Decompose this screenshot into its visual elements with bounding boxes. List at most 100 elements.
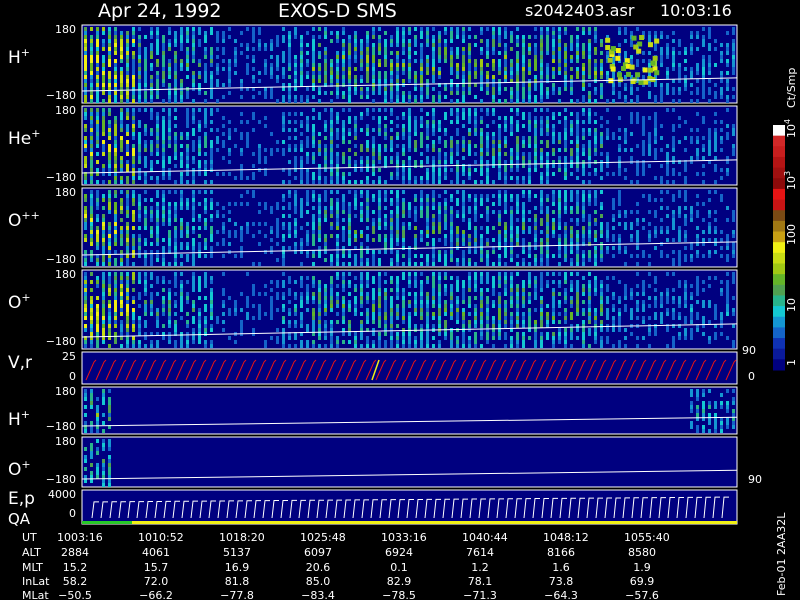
- spectrogram-cell: [402, 312, 405, 316]
- spectrogram-cell: [90, 242, 93, 246]
- spectrogram-cell: [498, 91, 501, 95]
- spectrogram-cell: [660, 230, 663, 234]
- spectrogram-cell: [444, 222, 447, 226]
- spectrogram-cell: [732, 47, 735, 51]
- spectrogram-cell: [84, 79, 87, 83]
- spectrogram-cell: [372, 276, 375, 280]
- spectrogram-cell: [168, 144, 171, 148]
- spectrogram-cell: [144, 128, 147, 132]
- spectrogram-cell: [90, 160, 93, 164]
- spectrogram-cell: [720, 238, 723, 242]
- spectrogram-cell: [720, 59, 723, 63]
- spectrogram-cell: [330, 336, 333, 340]
- spectrogram-cell: [378, 218, 381, 222]
- spectrogram-cell: [546, 79, 549, 83]
- spectrogram-cell: [210, 164, 213, 168]
- spectrogram-cell: [360, 304, 363, 308]
- spectrogram-cell: [720, 136, 723, 140]
- spectrogram-cell: [258, 312, 261, 316]
- spectrogram-cell: [516, 242, 519, 246]
- spectrogram-cell: [132, 272, 135, 276]
- spectrogram-cell: [324, 218, 327, 222]
- spectrogram-cell: [426, 67, 429, 71]
- spectrogram-cell: [354, 276, 357, 280]
- spectrogram-cell: [150, 164, 153, 168]
- spectrogram-cell: [228, 308, 231, 312]
- spectrogram-cell: [402, 124, 405, 128]
- spectrogram-cell: [366, 292, 369, 296]
- spectrogram-cell: [594, 210, 597, 214]
- spectrogram-cell: [108, 47, 111, 51]
- spectrogram-cell: [630, 210, 633, 214]
- spectrogram-cell: [432, 258, 435, 262]
- spectrogram-cell: [360, 144, 363, 148]
- spectrogram-cell: [156, 344, 159, 348]
- spectrogram-cell: [366, 67, 369, 71]
- spectrogram-cell: [258, 47, 261, 51]
- spectrogram-cell: [678, 226, 681, 230]
- spectrogram-cell: [204, 190, 207, 194]
- spectrogram-cell: [576, 250, 579, 254]
- spectrogram-cell: [690, 246, 693, 250]
- spectrogram-cell: [708, 71, 711, 75]
- spectrogram-cell: [96, 320, 99, 324]
- spectrogram-cell: [432, 112, 435, 116]
- spectrogram-cell: [408, 136, 411, 140]
- spectrogram-cell: [714, 144, 717, 148]
- spectrogram-cell: [288, 226, 291, 230]
- spectrogram-cell: [474, 128, 477, 132]
- spectrogram-cell: [726, 206, 729, 210]
- spectrogram-cell: [372, 148, 375, 152]
- spectrogram-cell: [132, 246, 135, 250]
- spectrogram-cell: [330, 262, 333, 266]
- spectrogram-cell: [714, 190, 717, 194]
- spectrogram-cell: [438, 258, 441, 262]
- spectrogram-cell: [150, 132, 153, 136]
- spectrogram-cell: [126, 344, 129, 348]
- spectrogram-cell: [402, 226, 405, 230]
- spectrogram-cell: [684, 258, 687, 262]
- spectrogram-cell: [582, 190, 585, 194]
- spectrogram-cell: [516, 95, 519, 99]
- spectrogram-cell: [312, 218, 315, 222]
- spectrogram-cell: [354, 43, 357, 47]
- spectrogram-cell: [672, 262, 675, 266]
- spectrogram-cell: [378, 296, 381, 300]
- spectrogram-cell: [408, 324, 411, 328]
- spectrogram-cell: [126, 180, 129, 184]
- spectrogram-cell: [582, 71, 585, 75]
- spectrogram-cell: [288, 128, 291, 132]
- spectrogram-cell: [204, 63, 207, 67]
- spectrogram-cell: [432, 206, 435, 210]
- spectrogram-cell: [426, 87, 429, 91]
- spectrogram-cell: [498, 71, 501, 75]
- spectrogram-cell: [330, 79, 333, 83]
- spectrogram-cell: [378, 258, 381, 262]
- spectrogram-cell: [336, 136, 339, 140]
- spectrogram-cell: [654, 132, 657, 136]
- spectrogram-cell: [102, 79, 105, 83]
- spectrogram-cell: [624, 136, 627, 140]
- spectrogram-cell: [438, 176, 441, 180]
- spectrogram-cell: [456, 132, 459, 136]
- spectrogram-cell: [366, 312, 369, 316]
- spectrogram-cell: [114, 156, 117, 160]
- spectrogram-cell: [120, 164, 123, 168]
- spectrogram-cell: [252, 304, 255, 308]
- spectrogram-cell: [588, 39, 591, 43]
- spectrogram-cell: [144, 75, 147, 79]
- spectrogram-cell: [666, 206, 669, 210]
- spectrogram-cell: [420, 296, 423, 300]
- spectrogram-cell: [486, 176, 489, 180]
- spectrogram-cell: [408, 71, 411, 75]
- spectrogram-cell: [390, 176, 393, 180]
- spectrogram-cell: [180, 296, 183, 300]
- spectrogram-cell: [336, 304, 339, 308]
- spectrogram-cell: [150, 210, 153, 214]
- spectrogram-cell: [546, 63, 549, 67]
- spectrogram-cell: [600, 136, 603, 140]
- spectrogram-cell: [162, 202, 165, 206]
- spectrogram-cell: [684, 67, 687, 71]
- spectrogram-cell: [372, 288, 375, 292]
- spectrogram-cell: [84, 128, 87, 132]
